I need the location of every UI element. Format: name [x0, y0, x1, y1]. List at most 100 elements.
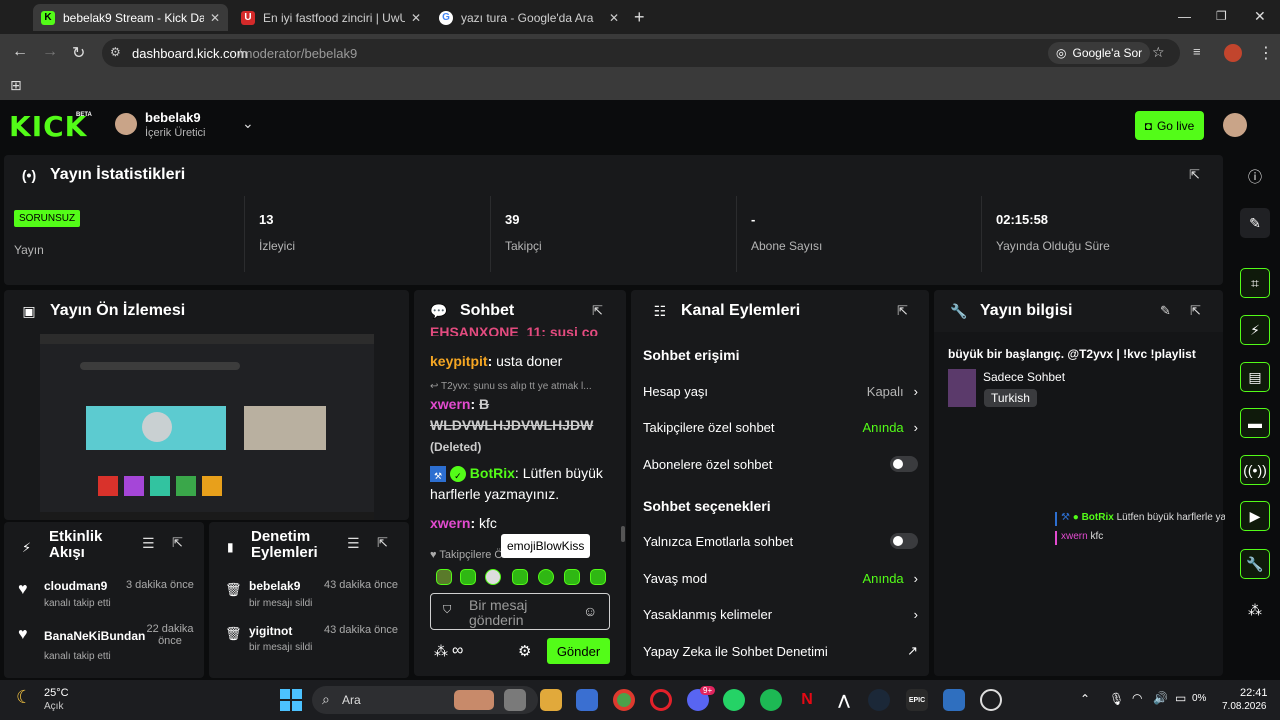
- media-controls-icon[interactable]: ≡: [1193, 44, 1201, 59]
- whatsapp-icon[interactable]: [723, 689, 745, 711]
- popout-icon[interactable]: ⇱: [592, 303, 603, 319]
- tab-kick-dashboard[interactable]: K bebelak9 Stream - Kick Dashboa ✕: [33, 4, 228, 31]
- battery-icon[interactable]: ▭: [1175, 691, 1186, 705]
- tab-google-search[interactable]: G yazı tura - Google'da Ara ✕: [431, 4, 627, 31]
- bookmark-star-icon[interactable]: ☆: [1152, 44, 1165, 61]
- chat-icon[interactable]: ▬: [1240, 408, 1270, 438]
- activity-feed-panel: ⚡ Etkinlik Akışı ☰ ⇱ ♥ cloudman9 3 dakik…: [4, 522, 204, 678]
- emoji-icon[interactable]: ☺: [583, 603, 597, 619]
- filter-icon[interactable]: ☰: [347, 535, 360, 552]
- channel-switcher-chevron-icon[interactable]: ⌄: [242, 115, 254, 132]
- users-icon[interactable]: ⁂: [1240, 595, 1270, 625]
- menu-kebab-icon[interactable]: ⋮: [1258, 43, 1274, 63]
- app-recording-icon[interactable]: [980, 689, 1002, 711]
- close-tab-icon[interactable]: ✕: [411, 11, 421, 25]
- reload-icon[interactable]: ↻: [72, 43, 85, 63]
- weather-temp[interactable]: 25°C: [44, 687, 69, 699]
- wrench-icon[interactable]: 🔧: [1240, 549, 1270, 579]
- emote-icon[interactable]: [564, 569, 580, 585]
- minimize-icon[interactable]: —: [1178, 9, 1191, 24]
- store-icon[interactable]: [576, 689, 598, 711]
- chat-username[interactable]: BotRix: [470, 465, 515, 481]
- go-live-button[interactable]: ◘ Go live: [1135, 111, 1204, 140]
- forward-icon[interactable]: →: [42, 43, 58, 61]
- activity-user[interactable]: BanaNeKiBundan: [44, 629, 145, 643]
- folder-icon[interactable]: [540, 689, 562, 711]
- close-window-icon[interactable]: ✕: [1254, 8, 1266, 25]
- notes-icon[interactable]: ▤: [1240, 362, 1270, 392]
- netflix-icon[interactable]: N: [796, 689, 818, 711]
- filter-icon[interactable]: ☰: [142, 535, 155, 552]
- user-avatar[interactable]: [1223, 113, 1247, 137]
- back-icon[interactable]: ←: [12, 43, 28, 61]
- subs-only-toggle[interactable]: [890, 456, 918, 472]
- steam-icon[interactable]: [868, 689, 890, 711]
- wifi-icon[interactable]: ◠: [1132, 691, 1142, 705]
- spotify-icon[interactable]: [760, 689, 782, 711]
- windows-start-icon[interactable]: [280, 689, 302, 711]
- google-lens-button[interactable]: ◎ Google'a Sor: [1048, 42, 1151, 64]
- app-blue-icon[interactable]: [943, 689, 965, 711]
- volume-icon[interactable]: 🔊: [1153, 691, 1168, 705]
- tray-expand-icon[interactable]: ⌃: [1080, 692, 1090, 706]
- emote-icon[interactable]: [485, 569, 501, 585]
- category-name[interactable]: Sadece Sohbet: [983, 370, 1065, 384]
- emote-icon[interactable]: [460, 569, 476, 585]
- edit-pencil-icon[interactable]: ✎: [1160, 303, 1171, 319]
- scan-icon[interactable]: ⌗: [1240, 268, 1270, 298]
- popout-icon[interactable]: ⇱: [1190, 303, 1201, 319]
- popout-icon[interactable]: ⇱: [897, 303, 908, 319]
- ai-moderation-row[interactable]: Yapay Zeka ile Sohbet Denetimi ↗: [643, 639, 918, 663]
- maximize-icon[interactable]: ❐: [1216, 9, 1227, 23]
- settings-gear-icon[interactable]: ⚙: [518, 642, 531, 660]
- chat-username[interactable]: keypitpit: [430, 353, 488, 369]
- preview-taskbar: [40, 512, 374, 520]
- activity-time: 3 dakika önce: [126, 579, 194, 591]
- chrome-icon[interactable]: [613, 689, 635, 711]
- users-icon[interactable]: ⁂: [434, 643, 448, 660]
- edit-pencil-icon[interactable]: ✎: [1240, 208, 1270, 238]
- file-explorer-icon[interactable]: [504, 689, 526, 711]
- slow-mode-row[interactable]: Yavaş mod Anında ›: [643, 566, 918, 590]
- app-mountain-icon[interactable]: ⋀: [833, 689, 855, 711]
- chat-scrollbar[interactable]: [621, 526, 625, 542]
- url-bar[interactable]: ⚙ dashboard.kick.com /moderator/bebelak9…: [102, 39, 1180, 67]
- emote-icon[interactable]: [590, 569, 606, 585]
- popout-icon[interactable]: ⇱: [377, 535, 388, 551]
- bolt-icon[interactable]: ⚡: [1240, 315, 1270, 345]
- emotes-only-toggle[interactable]: [890, 533, 918, 549]
- chat-username[interactable]: xwern: [430, 515, 470, 531]
- emote-icon[interactable]: [436, 569, 452, 585]
- tab-uwufufu[interactable]: U En iyi fastfood zinciri | UwUFUF ✕: [233, 4, 429, 31]
- epic-games-icon[interactable]: EPIC: [906, 689, 928, 711]
- activity-user[interactable]: cloudman9: [44, 579, 107, 593]
- emote-icon[interactable]: [512, 569, 528, 585]
- chat-input[interactable]: ⛉ Bir mesaj gönderin ☺: [430, 593, 610, 630]
- site-info-icon[interactable]: ⚙: [110, 45, 121, 59]
- stream-title: büyük bir başlangıç. @T2yvx | !kvc !play…: [948, 347, 1196, 361]
- microphone-icon[interactable]: 🎙: [1109, 692, 1124, 706]
- clock-time[interactable]: 22:41: [1240, 687, 1268, 699]
- opera-icon[interactable]: [650, 689, 672, 711]
- camera-icon[interactable]: ▶: [1240, 501, 1270, 531]
- infinity-icon[interactable]: ∞: [452, 642, 463, 660]
- banned-words-row[interactable]: Yasaklanmış kelimeler ›: [643, 602, 918, 626]
- broadcast-icon[interactable]: ((•)): [1240, 455, 1270, 485]
- info-icon[interactable]: ⓘ: [1240, 162, 1270, 192]
- preview-video[interactable]: [40, 334, 374, 520]
- send-button[interactable]: Gönder: [547, 638, 610, 664]
- popout-icon[interactable]: ⇱: [172, 535, 183, 551]
- moderation-user[interactable]: yigitnot: [249, 624, 292, 638]
- emote-blowkiss-icon[interactable]: [538, 569, 554, 585]
- new-tab-button[interactable]: +: [634, 7, 645, 28]
- close-tab-icon[interactable]: ✕: [609, 11, 619, 25]
- chat-username[interactable]: xwern: [430, 396, 470, 412]
- lens-icon: ◎: [1056, 46, 1067, 60]
- account-age-row[interactable]: Hesap yaşı Kapalı ›: [643, 379, 918, 403]
- moderation-user[interactable]: bebelak9: [249, 579, 300, 593]
- close-tab-icon[interactable]: ✕: [210, 11, 220, 25]
- followers-only-chat-row[interactable]: Takipçilere özel sohbet Anında ›: [643, 415, 918, 439]
- profile-avatar-icon[interactable]: [1224, 44, 1242, 62]
- popout-icon[interactable]: ⇱: [1189, 167, 1200, 183]
- apps-grid-icon[interactable]: ⊞: [10, 77, 22, 94]
